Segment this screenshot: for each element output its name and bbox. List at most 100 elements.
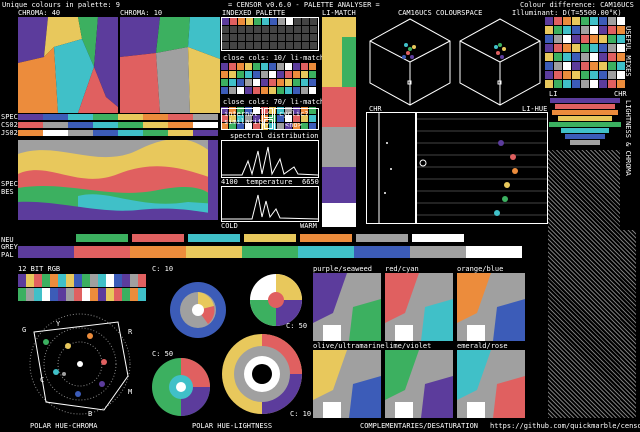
spec-segment (18, 114, 43, 120)
k6650-label: 6650 (302, 178, 319, 186)
index-cell (222, 42, 229, 49)
close-cols-label-2: close cols: 70/ li-match (223, 98, 325, 106)
lichr-bar (555, 104, 615, 109)
mix-cell (545, 35, 553, 43)
close-cell (237, 63, 244, 70)
index-cell (238, 34, 245, 41)
rgb12-cell (138, 274, 146, 287)
mix-cell (581, 17, 589, 25)
hc-c: C (40, 376, 44, 384)
close-cell (229, 87, 236, 94)
index-cell (246, 26, 253, 33)
index-cell (246, 18, 253, 25)
useful-mixes-label: USEFUL MIXES (624, 26, 632, 77)
mix-cell (581, 53, 589, 61)
mix-cell (599, 35, 607, 43)
ring-c50-bottom (152, 358, 210, 416)
mix-cell (590, 35, 598, 43)
rgb12-cell (26, 274, 34, 287)
mix-cell (572, 26, 580, 34)
rgb12-cell (58, 288, 66, 301)
mix-cell (590, 62, 598, 70)
close-cell (221, 87, 228, 94)
rgb12-cell (58, 274, 66, 287)
chroma40-voronoi (18, 17, 118, 113)
similarity-checkbox[interactable]: ✓ (264, 108, 273, 118)
li-hue-point (498, 140, 504, 146)
index-cell (262, 34, 269, 41)
cyclic-box: cyclic? <no> (274, 108, 319, 130)
useful-mixes-grid (545, 17, 625, 88)
close-cell (309, 87, 316, 94)
hc-g: G (22, 326, 26, 334)
close-cell (221, 71, 228, 78)
pal-swatch (130, 246, 186, 258)
mix-cell (563, 26, 571, 34)
neutral-palette-row (18, 234, 522, 258)
mix-cell (599, 44, 607, 52)
mix-cell (608, 17, 616, 25)
github-url[interactable]: https://github.com/quickmarble/censor (490, 422, 640, 430)
spec-segment (193, 114, 218, 120)
lichr-bar (549, 122, 621, 127)
warm-label: WARM (300, 222, 317, 230)
spec-segment (93, 114, 118, 120)
similarity-label: similarity (224, 118, 267, 126)
mix-cell (545, 53, 553, 61)
lichr-bar (558, 116, 612, 121)
cyclic-checkbox[interactable]: ✓ (264, 119, 273, 129)
mix-cell (545, 44, 553, 52)
close-cell (245, 63, 252, 70)
lichr-bar (570, 140, 600, 145)
spectral-distribution-plot (221, 140, 319, 178)
mix-cell (554, 26, 562, 34)
index-cell (230, 18, 237, 25)
index-cell (262, 26, 269, 33)
mix-cell (563, 44, 571, 52)
lichr-bar (565, 134, 605, 139)
mix-cell (590, 44, 598, 52)
compl-region (395, 402, 413, 418)
close-cell (237, 71, 244, 78)
grey-label: GREY (1, 243, 18, 251)
close-cell (237, 87, 244, 94)
mix-cell (563, 17, 571, 25)
close-cell (253, 79, 260, 86)
k4100-label: 4100 (221, 178, 238, 186)
li-hue-point (504, 182, 510, 188)
lichr-bar (552, 110, 618, 115)
mix-cell (572, 62, 580, 70)
mix-cell (599, 62, 607, 70)
complementaries-label: COMPLEMENTARIES/DESATURATION (360, 422, 479, 430)
index-cell (230, 42, 237, 49)
mix-cell (572, 35, 580, 43)
index-cell (238, 26, 245, 33)
mix-cell (554, 71, 562, 79)
close-cell (221, 63, 228, 70)
pal-swatch (18, 246, 74, 258)
spec-segment (18, 122, 43, 128)
mix-cell (545, 80, 553, 88)
close-cell (261, 71, 268, 78)
close-cols-label-1: close cols: 10/ li-match (223, 54, 325, 62)
index-cell (262, 42, 269, 49)
c50a-label: C: 50 (286, 322, 308, 330)
mix-cell (563, 62, 571, 70)
mix-cell (572, 17, 580, 25)
li-hue-point (494, 210, 500, 216)
index-cell (222, 26, 229, 33)
cold-label: COLD (221, 222, 238, 230)
mix-cell (572, 71, 580, 79)
index-cell (286, 34, 293, 41)
lightness-chroma-label: LIGHTNESS & CHROMA (624, 100, 632, 176)
mix-cell (581, 62, 589, 70)
index-cell (254, 18, 261, 25)
close-cell (285, 87, 292, 94)
li-label: LI (549, 90, 558, 98)
spec-label: SPEC (1, 113, 18, 121)
neu-swatch (356, 234, 408, 242)
rgb12-cell (74, 274, 82, 287)
spec-segment (93, 130, 118, 136)
mix-cell (581, 26, 589, 34)
index-cell (262, 18, 269, 25)
